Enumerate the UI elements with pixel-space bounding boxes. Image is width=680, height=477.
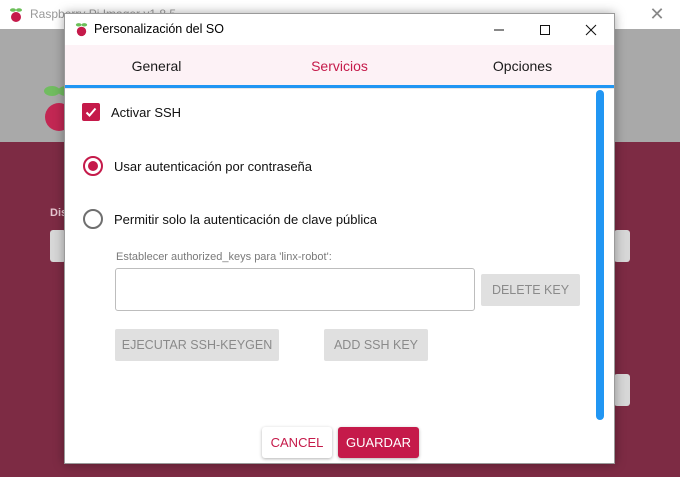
checkmark-icon xyxy=(85,107,97,117)
save-button[interactable]: GUARDAR xyxy=(338,427,419,458)
pubkey-only-row[interactable]: Permitir solo la autenticación de clave … xyxy=(83,209,377,229)
add-ssh-key-button[interactable]: ADD SSH KEY xyxy=(324,329,428,361)
close-icon xyxy=(585,24,597,35)
dialog-titlebar: Personalización del SO xyxy=(65,14,614,45)
enable-ssh-label: Activar SSH xyxy=(111,104,182,120)
raspberry-icon xyxy=(75,23,88,37)
dialog-title: Personalización del SO xyxy=(94,22,224,36)
enable-ssh-row[interactable]: Activar SSH xyxy=(82,103,181,121)
authorized-keys-input[interactable] xyxy=(115,268,475,311)
vertical-scrollbar[interactable] xyxy=(596,90,604,420)
password-auth-radio[interactable] xyxy=(83,156,103,176)
services-panel: Activar SSH Usar autenticación por contr… xyxy=(65,88,614,463)
background-close-icon[interactable]: ✕ xyxy=(640,2,674,26)
os-customization-dialog: Personalización del SO General Servicios… xyxy=(64,13,615,464)
close-button[interactable] xyxy=(568,14,614,45)
enable-ssh-checkbox[interactable] xyxy=(82,103,100,121)
password-auth-label: Usar autenticación por contraseña xyxy=(114,158,313,174)
tab-bar: General Servicios Opciones xyxy=(65,45,614,89)
ssh-keygen-button[interactable]: EJECUTAR SSH-KEYGEN xyxy=(115,329,279,361)
tab-opciones[interactable]: Opciones xyxy=(431,45,614,88)
minimize-icon xyxy=(494,29,504,30)
tab-general[interactable]: General xyxy=(65,45,248,88)
delete-key-button[interactable]: DELETE KEY xyxy=(481,274,580,306)
background-field-right xyxy=(614,230,630,262)
pubkey-only-radio[interactable] xyxy=(83,209,103,229)
minimize-button[interactable] xyxy=(476,14,522,45)
maximize-icon xyxy=(540,24,550,35)
raspberry-icon xyxy=(10,8,22,22)
background-button-right xyxy=(614,374,630,406)
cancel-button[interactable]: CANCEL xyxy=(262,427,332,458)
authorized-keys-label: Establecer authorized_keys para 'linx-ro… xyxy=(116,251,332,263)
tab-servicios[interactable]: Servicios xyxy=(248,45,431,88)
password-auth-row[interactable]: Usar autenticación por contraseña xyxy=(83,156,312,176)
pubkey-only-label: Permitir solo la autenticación de clave … xyxy=(114,211,378,227)
maximize-button[interactable] xyxy=(522,14,568,45)
radio-selected-dot xyxy=(88,161,98,171)
